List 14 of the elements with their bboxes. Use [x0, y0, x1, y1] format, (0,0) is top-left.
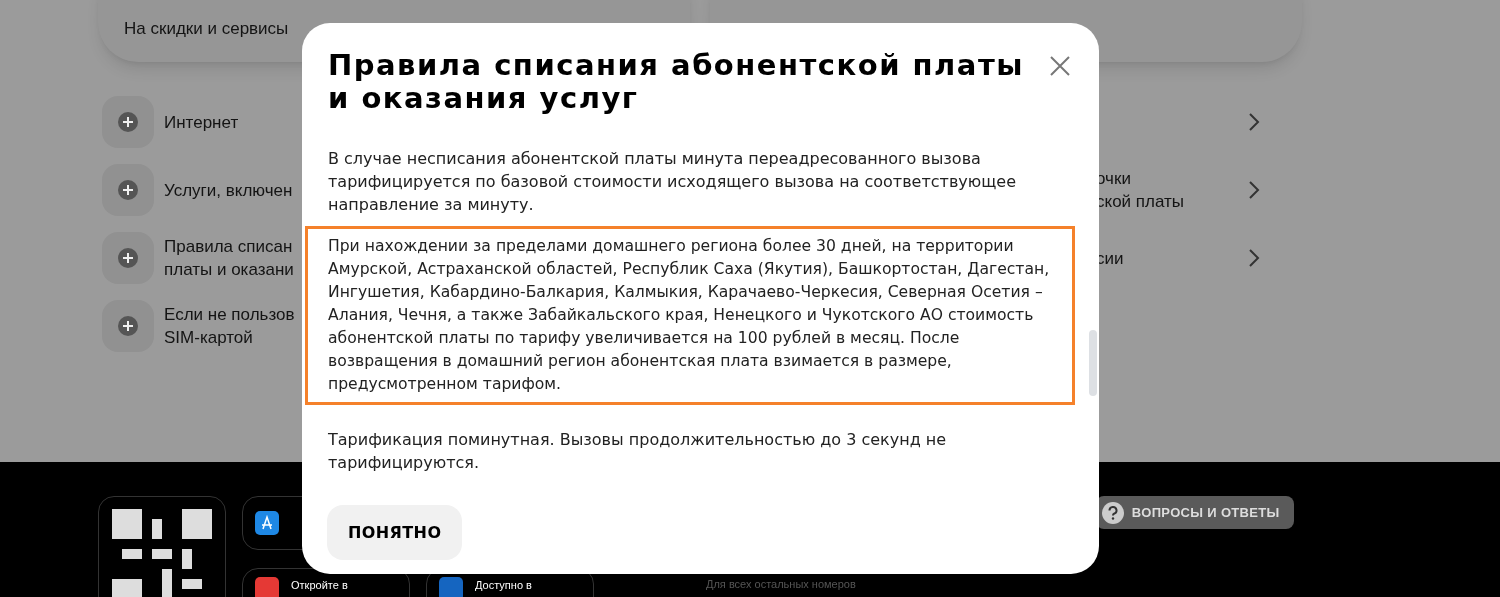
- item-label: платы и оказани: [164, 259, 294, 281]
- item-label: SIM-картой: [164, 327, 254, 349]
- paragraph: Тарификация поминутная. Вызовы продолжительностью до 3 секунд не тарифицируются.: [327, 429, 948, 474]
- item-label: Интернет: [164, 111, 239, 134]
- item-label: Если не пользов: [164, 304, 295, 326]
- modal-title: Правила списания абонентской платы и оказания услуг: [328, 49, 1025, 115]
- app-caption: Откройте в: [291, 578, 348, 593]
- highlighted-paragraph: При нахождении за пределами домашнего региона более 30 дней, на территории Амурской, Астраханской областей, Республик Саха (Якутия), Башкортостан, Дагестан, Ингушетия, Кабардино-Балкария, Калмыкия, Карачаево-Черкесия, Северная Осетия – Алания, Чечня, а также Забайкальского края, Ненецкого и Чукотского АО стоимость абонентской платы по тарифу увеличивается на 100 рублей в месяц. После возвращения в домашний регион абонентская плата взимается в размере, предусмотренном тарифом.: [305, 226, 1075, 405]
- paragraph: В случае несписания абонентской платы минута переадресованного вызова тарифицируется по базовой стоимости исходящего вызова на соответствующее направление за минуту.: [327, 148, 1017, 216]
- item-label: Правила списан: [164, 236, 294, 258]
- item-label: Услуги, включен: [164, 179, 293, 202]
- app-caption: Доступно в: [475, 578, 532, 593]
- footer-note: Для всех остальных номеров: [706, 577, 856, 592]
- card-text: На скидки и сервисы: [124, 19, 289, 38]
